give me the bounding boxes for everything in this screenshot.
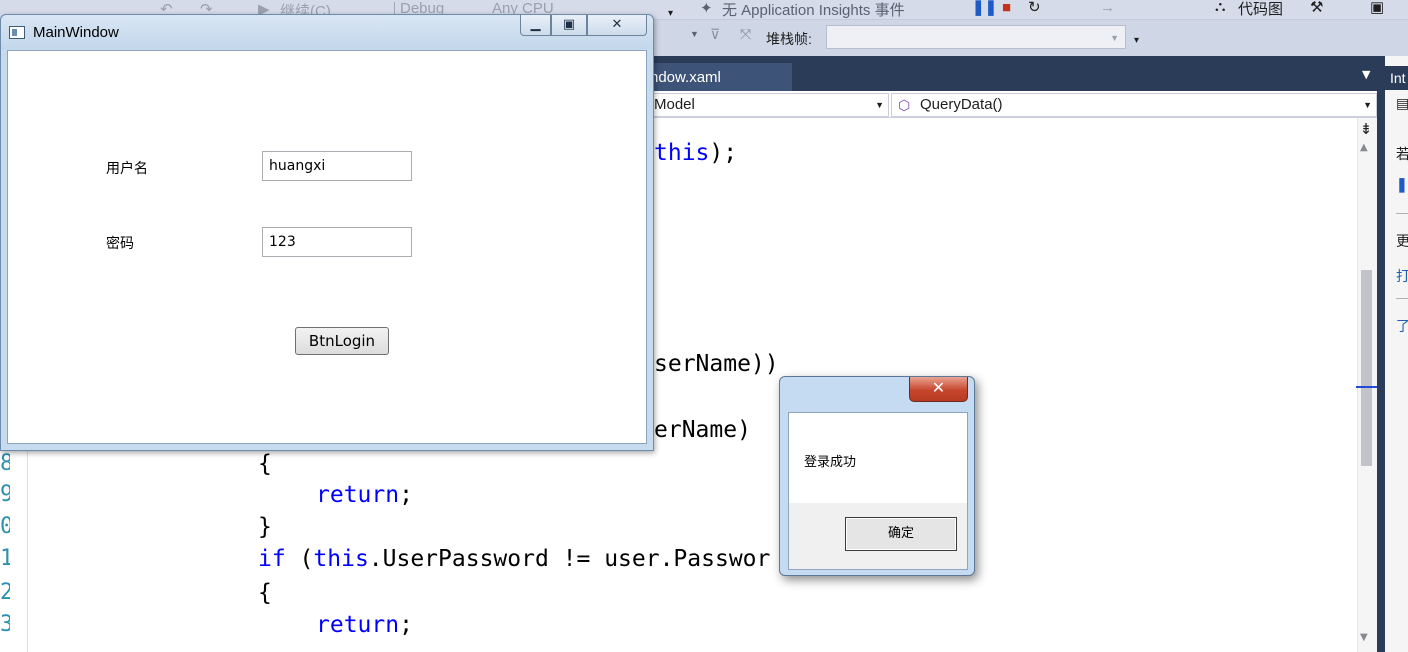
- message-box: ✕ 登录成功 确定: [779, 376, 975, 576]
- tool-window-text-2: 更: [1396, 233, 1408, 249]
- stack-frame-select[interactable]: ▼: [826, 25, 1126, 49]
- filter-icon[interactable]: ⊽: [710, 26, 720, 43]
- thread-dropdown-arrow[interactable]: ▼: [690, 29, 699, 39]
- main-window-content: 用户名 huangxi 密码 123 BtnLogin: [7, 50, 647, 444]
- maximize-button[interactable]: ▣: [551, 15, 587, 36]
- stack-frame-label: 堆栈帧:: [766, 31, 812, 47]
- chevron-down-icon: ▼: [1110, 33, 1119, 43]
- chevron-down-icon: ▼: [1363, 100, 1372, 110]
- caret-position-marker: [1356, 386, 1378, 388]
- scrollbar-thumb[interactable]: [1361, 270, 1372, 466]
- tool-window-divider[interactable]: [1377, 56, 1385, 652]
- line-number: 1: [0, 546, 10, 571]
- close-icon: ✕: [931, 378, 946, 397]
- close-icon: ✕: [611, 17, 623, 32]
- tool-window-link-2[interactable]: 了: [1396, 316, 1408, 336]
- code-line-9: return;: [316, 612, 413, 638]
- code-line-4: {: [258, 451, 272, 477]
- message-box-close-button[interactable]: ✕: [909, 377, 968, 402]
- password-field[interactable]: 123: [262, 227, 412, 257]
- code-map-icon[interactable]: ⛬: [1215, 0, 1226, 15]
- pause-icon[interactable]: ❚❚: [972, 0, 997, 16]
- main-window-titlebar[interactable]: MainWindow ▁ ▣ ✕: [1, 15, 653, 49]
- flag-threads-icon[interactable]: ⤧: [740, 26, 751, 43]
- main-window: MainWindow ▁ ▣ ✕ 用户名 huangxi 密码 123 BtnL…: [0, 14, 654, 451]
- divider: [1396, 213, 1408, 214]
- type-combo[interactable]: Model ▼: [640, 93, 889, 117]
- tool-window-text-1: 若: [1396, 146, 1408, 162]
- line-number: 0: [0, 514, 10, 539]
- method-icon: ⬡: [898, 97, 911, 113]
- code-map-button[interactable]: 代码图: [1238, 0, 1283, 19]
- tools-icon[interactable]: ⚒: [1310, 0, 1323, 16]
- login-button[interactable]: BtnLogin: [295, 327, 389, 355]
- panel-icon[interactable]: ▣: [1370, 0, 1384, 16]
- minimize-button[interactable]: ▁: [520, 15, 551, 36]
- application-insights-dropdown[interactable]: 无 Application Insights 事件: [722, 0, 905, 20]
- step-over-icon[interactable]: →: [1100, 0, 1115, 16]
- password-label: 密码: [106, 236, 134, 252]
- toolbar-overflow-icon[interactable]: ▾: [668, 8, 673, 19]
- code-line-3: erName): [654, 417, 751, 443]
- username-label: 用户名: [106, 161, 148, 177]
- tool-window-title[interactable]: Int: [1385, 66, 1408, 90]
- restart-icon[interactable]: ↻: [1028, 0, 1041, 16]
- tab-list-dropdown-icon[interactable]: ▼: [1362, 68, 1370, 81]
- app-window-icon[interactable]: [9, 26, 25, 39]
- code-line-5: return;: [316, 482, 413, 508]
- insights-icon: ✦: [700, 0, 713, 17]
- line-number: 3: [0, 612, 10, 637]
- tool-window-toolbar-icon[interactable]: ▤: [1396, 95, 1408, 112]
- scroll-down-icon[interactable]: ▼: [1360, 632, 1368, 643]
- line-number: 2: [0, 580, 10, 605]
- ok-button[interactable]: 确定: [845, 517, 957, 551]
- message-box-content: 登录成功 确定: [788, 412, 968, 570]
- message-text: 登录成功: [804, 455, 857, 470]
- tool-window-button-icon[interactable]: ❚: [1396, 176, 1408, 193]
- stop-icon[interactable]: ■: [1002, 0, 1011, 16]
- line-number: 9: [0, 482, 10, 507]
- line-number: 8: [0, 451, 10, 476]
- divider: [1396, 298, 1408, 299]
- code-line-7: if (this.UserPassword != user.Passwor: [258, 546, 771, 572]
- message-box-footer: 确定: [789, 503, 967, 569]
- code-line-1: this);: [654, 140, 738, 166]
- minimize-icon: ▁: [530, 17, 541, 32]
- code-line-2: serName)): [654, 351, 779, 377]
- member-combo[interactable]: ⬡ QueryData() ▼: [891, 93, 1377, 117]
- close-button[interactable]: ✕: [587, 15, 647, 36]
- username-field[interactable]: huangxi: [262, 151, 412, 181]
- chevron-down-icon: ▼: [875, 100, 884, 110]
- maximize-icon: ▣: [562, 17, 576, 32]
- main-window-title: MainWindow: [33, 24, 119, 41]
- type-combo-label: Model: [654, 96, 695, 113]
- split-editor-icon[interactable]: ⇟: [1356, 120, 1376, 138]
- toolbar-overflow-icon-2[interactable]: ▾: [1134, 35, 1139, 46]
- code-line-8: {: [258, 580, 272, 606]
- member-combo-label: QueryData(): [920, 96, 1003, 113]
- scroll-up-icon[interactable]: ▲: [1360, 142, 1368, 153]
- tool-window-link-1[interactable]: 打: [1396, 266, 1408, 286]
- code-line-6: }: [258, 514, 272, 540]
